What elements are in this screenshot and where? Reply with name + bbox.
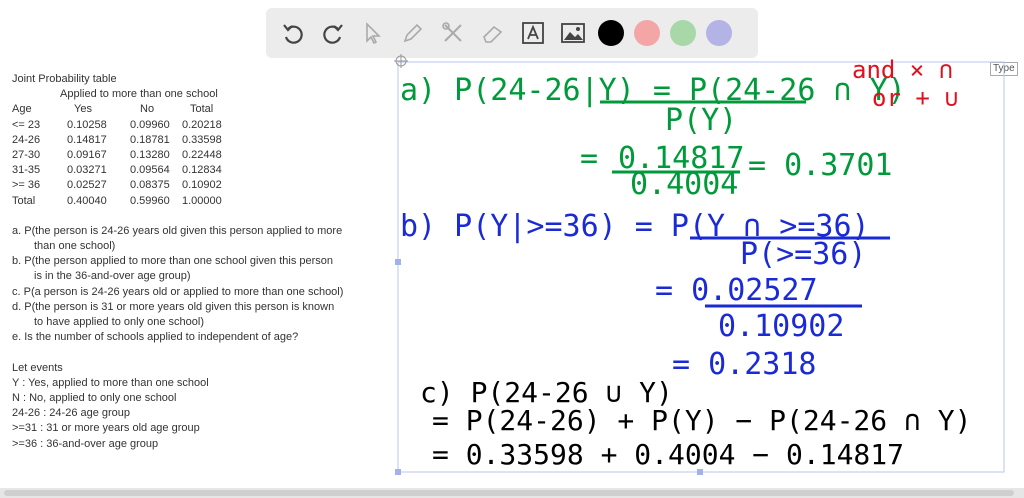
solution-a-den-value: 0.4004 (630, 167, 738, 202)
solution-a-numerator: = (580, 141, 598, 176)
solution-b-denominator: P(>=36) (740, 237, 866, 272)
scrollbar-thumb[interactable] (4, 490, 1014, 496)
solution-a-result: = 0.3701 (748, 148, 893, 183)
solution-c-line3: = 0.33598 + 0.4004 − 0.14817 (432, 438, 904, 471)
selection-handle[interactable] (395, 259, 401, 265)
horizontal-scrollbar[interactable] (0, 488, 1024, 498)
note-or: or + ∪ (872, 84, 959, 112)
solution-b-numerator: = 0.02527 (655, 273, 818, 308)
selection-handle[interactable] (395, 469, 401, 475)
note-and: and × ∩ (852, 56, 953, 84)
solution-b-result: = 0.2318 (672, 347, 817, 382)
move-icon[interactable] (394, 54, 408, 68)
solution-a-denominator: P(Y) (665, 103, 737, 138)
solution-c-line2: = P(24-26) + P(Y) − P(24-26 ∩ Y) (432, 404, 971, 437)
whiteboard-canvas[interactable]: a) P(24-26|Y) = P(24-26 ∩ Y) P(Y) = 0.14… (0, 0, 1024, 498)
solution-b-den-value: 0.10902 (718, 309, 844, 344)
